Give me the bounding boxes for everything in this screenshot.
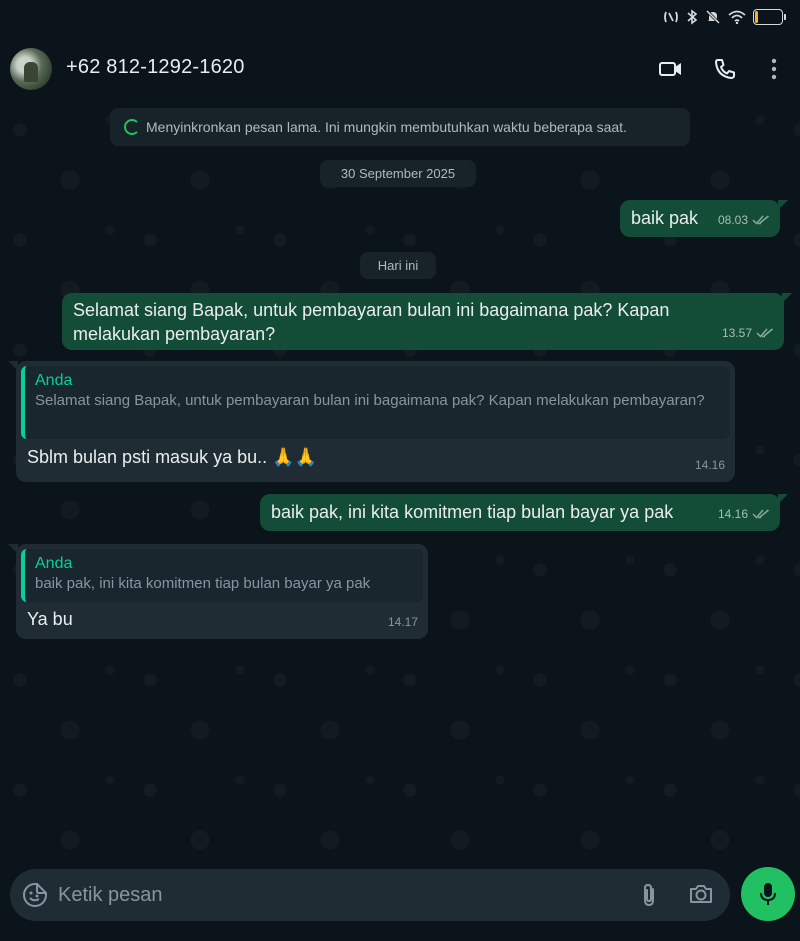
more-options-button[interactable]	[759, 54, 789, 84]
chat-header: +62 812-1292-1620	[0, 36, 800, 100]
status-bar: 11	[0, 0, 800, 36]
message-meta: 14.17	[388, 610, 418, 634]
sync-notice-text: Menyinkronkan pesan lama. Ini mungkin me…	[146, 119, 627, 135]
quote-text: Selamat siang Bapak, untuk pembayaran bu…	[35, 392, 705, 409]
message-time: 14.17	[387, 615, 418, 629]
video-call-button[interactable]	[656, 54, 686, 84]
double-check-icon	[752, 215, 769, 225]
attach-button[interactable]	[638, 882, 660, 913]
wifi-icon	[728, 10, 746, 24]
message-text: baik pak, ini kita komitmen tiap bulan b…	[271, 502, 674, 522]
date-separator: 30 September 2025	[320, 160, 476, 187]
message-incoming[interactable]: Anda Selamat siang Bapak, untuk pembayar…	[8, 361, 735, 482]
quote-author: Anda	[35, 555, 73, 572]
message-outgoing[interactable]: Selamat siang Bapak, untuk pembayaran bu…	[62, 293, 792, 350]
voice-call-button[interactable]	[710, 54, 740, 84]
voice-record-button[interactable]	[741, 867, 795, 921]
camera-button[interactable]	[688, 882, 714, 911]
battery-level: 11	[762, 9, 774, 21]
nfc-icon	[664, 11, 678, 23]
message-incoming[interactable]: Anda baik pak, ini kita komitmen tiap bu…	[8, 544, 428, 639]
attach-icon	[644, 883, 654, 907]
message-time: 13.57	[721, 326, 752, 340]
message-meta: 08.03	[718, 208, 770, 232]
mic-icon	[760, 883, 776, 905]
message-meta: 13.57	[722, 321, 774, 345]
message-outgoing[interactable]: baik pak 08.03	[620, 200, 788, 237]
double-check-icon	[752, 509, 769, 519]
sync-notice: Menyinkronkan pesan lama. Ini mungkin me…	[110, 108, 690, 146]
date-separator: Hari ini	[360, 252, 436, 279]
message-text: Ya bu	[27, 609, 73, 629]
message-outgoing[interactable]: baik pak, ini kita komitmen tiap bulan b…	[260, 494, 788, 531]
quoted-message[interactable]: Anda baik pak, ini kita komitmen tiap bu…	[21, 549, 423, 602]
avatar[interactable]	[10, 48, 52, 90]
voice-call-icon	[715, 59, 735, 79]
sticker-icon	[23, 883, 47, 907]
message-composer	[10, 869, 730, 921]
sticker-button[interactable]	[22, 882, 48, 913]
message-text: Selamat siang Bapak, untuk pembayaran bu…	[73, 300, 670, 344]
message-text: baik pak	[631, 208, 699, 228]
bluetooth-icon	[687, 9, 698, 25]
status-icons: 11	[663, 9, 786, 25]
double-check-icon	[756, 328, 773, 338]
message-time: 08.03	[717, 213, 748, 227]
message-time: 14.16	[717, 507, 748, 521]
quote-text: baik pak, ini kita komitmen tiap bulan b…	[35, 575, 371, 592]
chat-area[interactable]: Menyinkronkan pesan lama. Ini mungkin me…	[0, 100, 800, 865]
loading-spinner-icon	[124, 119, 140, 135]
camera-icon	[690, 885, 712, 903]
message-input[interactable]	[58, 881, 578, 909]
mute-icon	[705, 9, 721, 25]
message-meta: 14.16	[718, 502, 770, 526]
quoted-message[interactable]: Anda Selamat siang Bapak, untuk pembayar…	[21, 366, 730, 439]
message-text: Sblm bulan psti masuk ya bu.. 🙏🙏	[27, 447, 317, 467]
video-call-icon	[659, 62, 681, 76]
contact-name[interactable]: +62 812-1292-1620	[66, 56, 245, 79]
battery-indicator: 11	[753, 9, 783, 25]
message-meta: 14.16	[695, 453, 725, 477]
message-time: 14.16	[694, 458, 725, 472]
more-options-icon	[771, 58, 777, 80]
quote-author: Anda	[35, 372, 73, 389]
